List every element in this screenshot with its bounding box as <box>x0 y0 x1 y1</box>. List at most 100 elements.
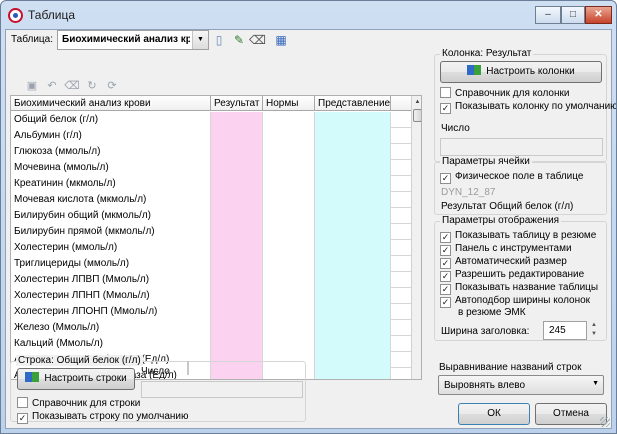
maximize-button[interactable]: □ <box>561 6 585 24</box>
table-row[interactable]: Мочевая кислота (мкмоль/л) <box>11 192 411 208</box>
data-cell[interactable] <box>211 160 263 176</box>
configure-rows-button[interactable]: Настроить строки <box>17 368 135 390</box>
checkbox[interactable] <box>440 87 451 98</box>
checkbox-checked[interactable]: ✓ <box>440 173 451 184</box>
checkbox-checked[interactable]: ✓ <box>440 103 451 114</box>
data-cell[interactable] <box>211 192 263 208</box>
data-cell[interactable] <box>211 320 263 336</box>
data-cell[interactable] <box>263 192 315 208</box>
screen-icon[interactable]: ▣ <box>24 78 40 94</box>
data-cell[interactable] <box>315 208 391 224</box>
ok-button[interactable]: ОК <box>458 403 530 425</box>
row-name-cell[interactable]: Железо (Ммоль/л) <box>11 320 211 336</box>
refresh-icon[interactable]: ↻ <box>84 78 100 94</box>
row-name-cell[interactable]: Холестерин ЛПОНП (Ммоль/л) <box>11 304 211 320</box>
table-row[interactable]: Холестерин ЛПВП (Ммоль/л) <box>11 272 411 288</box>
undo-icon[interactable]: ↶ <box>44 78 60 94</box>
data-cell[interactable] <box>315 256 391 272</box>
data-cell[interactable] <box>263 256 315 272</box>
data-cell[interactable] <box>263 176 315 192</box>
row-show-default-check[interactable]: ✓ Показывать строку по умолчанию <box>17 411 189 424</box>
checkbox-checked[interactable]: ✓ <box>17 413 28 424</box>
data-cell[interactable] <box>211 256 263 272</box>
close-button[interactable]: ✕ <box>585 6 612 24</box>
align-select[interactable]: Выровнять влево ▼ <box>438 375 604 395</box>
option-auto-size[interactable]: ✓ Автоматический размер <box>440 256 567 269</box>
edit-pencil-icon[interactable]: ✎ <box>231 32 247 48</box>
data-grid[interactable]: Биохимический анализ крови Результат Нор… <box>10 95 422 380</box>
column-reference-check[interactable]: Справочник для колонки <box>440 87 569 99</box>
data-cell[interactable] <box>263 128 315 144</box>
data-cell[interactable] <box>263 272 315 288</box>
data-cell[interactable] <box>211 144 263 160</box>
column-header[interactable]: Представление <box>315 96 391 111</box>
data-cell[interactable] <box>315 176 391 192</box>
table-combo[interactable]: Биохимический анализ крови ▼ <box>57 30 209 50</box>
row-name-cell[interactable]: Мочевая кислота (мкмоль/л) <box>11 192 211 208</box>
table-row[interactable]: Мочевина (ммоль/л) <box>11 160 411 176</box>
grid-scrollbar[interactable]: ▲ <box>411 96 421 379</box>
checkbox[interactable] <box>17 397 28 408</box>
data-cell[interactable] <box>263 208 315 224</box>
data-cell[interactable] <box>211 112 263 128</box>
row-name-cell[interactable]: Глюкоза (ммоль/л) <box>11 144 211 160</box>
data-cell[interactable] <box>263 240 315 256</box>
data-cell[interactable] <box>211 288 263 304</box>
column-show-default-check[interactable]: ✓ Показывать колонку по умолчанию <box>440 101 616 114</box>
row-reference-check[interactable]: Справочник для строки <box>17 397 140 409</box>
option-show-in-summary[interactable]: ✓ Показывать таблицу в резюме <box>440 230 596 243</box>
table-row[interactable]: Триглицериды (ммоль/л) <box>11 256 411 272</box>
data-cell[interactable] <box>263 320 315 336</box>
table-row[interactable]: Железо (Ммоль/л) <box>11 320 411 336</box>
data-cell[interactable] <box>315 336 391 352</box>
grid-settings-icon[interactable]: ▦ <box>273 32 289 48</box>
option-show-table-name[interactable]: ✓ Показывать название таблицы <box>440 282 598 295</box>
table-row[interactable]: Кальций (Ммоль/л) <box>11 336 411 352</box>
option-allow-edit[interactable]: ✓ Разрешить редактирование <box>440 269 584 282</box>
data-cell[interactable] <box>315 160 391 176</box>
data-cell[interactable] <box>263 288 315 304</box>
checkbox-checked[interactable]: ✓ <box>440 271 451 282</box>
data-cell[interactable] <box>315 144 391 160</box>
column-number-field[interactable] <box>440 138 603 156</box>
physical-field-check[interactable]: ✓ Физическое поле в таблице <box>440 171 583 184</box>
data-cell[interactable] <box>263 112 315 128</box>
row-number-field[interactable] <box>141 381 303 398</box>
checkbox-checked[interactable]: ✓ <box>440 232 451 243</box>
data-cell[interactable] <box>315 368 391 379</box>
data-cell[interactable] <box>315 112 391 128</box>
data-cell[interactable] <box>315 272 391 288</box>
data-cell[interactable] <box>315 304 391 320</box>
resize-grip-icon[interactable] <box>600 417 610 427</box>
row-name-cell[interactable]: Билирубин прямой (мкмоль/л) <box>11 224 211 240</box>
option-toolbar[interactable]: ✓ Панель с инструментами <box>440 243 572 256</box>
row-name-cell[interactable]: Мочевина (ммоль/л) <box>11 160 211 176</box>
delete-trash-icon[interactable]: ⌫ <box>249 32 266 48</box>
data-cell[interactable] <box>315 352 391 368</box>
data-cell[interactable] <box>211 240 263 256</box>
column-header[interactable]: Нормы <box>263 96 315 111</box>
data-cell[interactable] <box>315 128 391 144</box>
table-row[interactable]: Общий белок (г/л) <box>11 112 411 128</box>
cancel-button[interactable]: Отмена <box>535 403 607 425</box>
delete-icon[interactable]: ⌫ <box>64 78 80 94</box>
data-cell[interactable] <box>263 160 315 176</box>
scroll-thumb[interactable] <box>413 109 421 122</box>
table-row[interactable]: Холестерин ЛПОНП (Ммоль/л) <box>11 304 411 320</box>
data-cell[interactable] <box>211 304 263 320</box>
configure-columns-button[interactable]: Настроить колонки <box>440 61 602 83</box>
row-name-cell[interactable]: Креатинин (мкмоль/л) <box>11 176 211 192</box>
header-width-input[interactable]: 245 <box>543 321 587 340</box>
refresh-all-icon[interactable]: ⟳ <box>104 78 120 94</box>
row-name-cell[interactable]: Холестерин ЛПВП (Ммоль/л) <box>11 272 211 288</box>
data-cell[interactable] <box>211 176 263 192</box>
data-cell[interactable] <box>263 144 315 160</box>
data-cell[interactable] <box>315 224 391 240</box>
column-header[interactable]: Результат <box>211 96 263 111</box>
checkbox-checked[interactable]: ✓ <box>440 258 451 269</box>
table-row[interactable]: Креатинин (мкмоль/л) <box>11 176 411 192</box>
scroll-up-icon[interactable]: ▲ <box>412 96 421 108</box>
data-cell[interactable] <box>263 304 315 320</box>
minimize-button[interactable]: – <box>535 6 561 24</box>
row-name-cell[interactable]: Триглицериды (ммоль/л) <box>11 256 211 272</box>
